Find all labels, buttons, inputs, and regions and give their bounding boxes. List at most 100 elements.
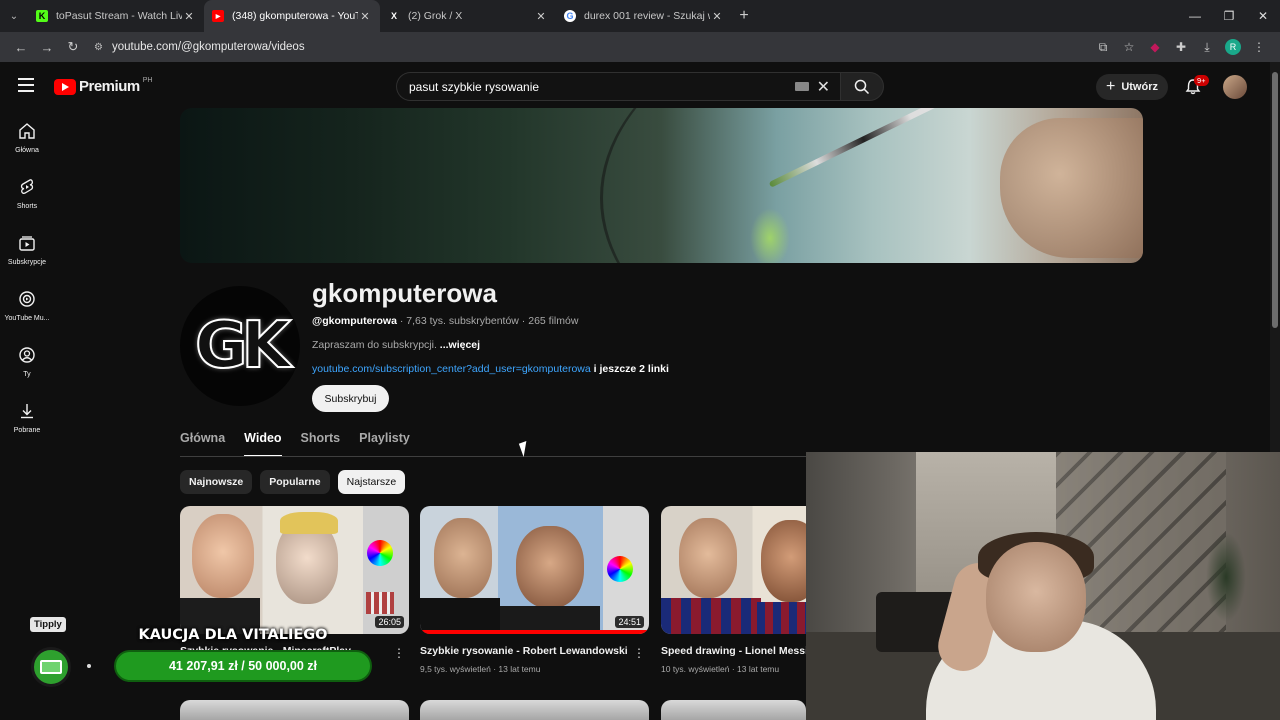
reload-icon[interactable]: ↻ — [60, 39, 86, 55]
browser-tab-youtube[interactable]: ▶ (348) gkomputerowa - YouTube ✕ — [204, 0, 380, 32]
browser-tab-google[interactable]: G durex 001 review - Szukaj w Go ✕ — [556, 0, 732, 32]
subscribe-button[interactable]: Subskrybuj — [312, 385, 389, 412]
maximize-icon[interactable]: ❐ — [1212, 9, 1246, 23]
tab-title: durex 001 review - Szukaj w Go — [584, 10, 710, 22]
video-menu-icon[interactable]: ⋮ — [633, 646, 645, 660]
kick-favicon-icon: K — [36, 10, 48, 22]
search-input[interactable]: pasut szybkie rysowanie ✕ — [396, 72, 842, 101]
sidebar-item-home[interactable]: Główna — [0, 110, 54, 166]
extensions-puzzle-icon[interactable]: ✚ — [1168, 40, 1194, 54]
sidebar-item-you[interactable]: Ty — [0, 334, 54, 390]
video-title[interactable]: Szybkie rysowanie - Robert Lewandowski — [420, 645, 649, 657]
keyboard-icon[interactable] — [794, 82, 809, 91]
x-favicon-icon: X — [390, 11, 397, 21]
mouse-cursor-icon — [518, 441, 532, 457]
sidebar-item-downloads[interactable]: Pobrane — [0, 390, 54, 446]
youtube-favicon-icon: ▶ — [212, 10, 224, 22]
youtube-premium-logo[interactable]: Premium PH — [54, 77, 152, 95]
browser-menu-icon[interactable]: ⋮ — [1246, 40, 1272, 54]
search-icon — [854, 79, 870, 94]
browser-tab-kick[interactable]: K toPasut Stream - Watch Live on ✕ — [28, 0, 204, 32]
you-icon — [19, 347, 35, 363]
video-menu-icon[interactable]: ⋮ — [393, 646, 405, 660]
extension-ublock-icon[interactable]: ◆ — [1142, 40, 1168, 54]
more-link[interactable]: ...więcej — [440, 339, 480, 351]
sidebar-item-youtube-music[interactable]: YouTube Mu... — [0, 278, 54, 334]
video-thumbnail[interactable] — [661, 700, 806, 720]
bookmark-star-icon[interactable]: ☆ — [1116, 40, 1142, 54]
sidebar-item-shorts[interactable]: Shorts — [0, 166, 54, 222]
mini-guide-sidebar: Główna Shorts Subskrypcje YouTube Mu... … — [0, 110, 54, 446]
streamer-webcam-overlay — [806, 452, 1280, 720]
tab-title: (348) gkomputerowa - YouTube — [232, 10, 358, 22]
video-card[interactable]: 24:51 Szybkie rysowanie - Robert Lewando… — [420, 506, 649, 674]
video-thumbnail[interactable] — [180, 700, 409, 720]
sort-chips: Najnowsze Popularne Najstarsze — [180, 470, 413, 494]
search-button[interactable] — [840, 72, 884, 101]
youtube-music-icon — [19, 291, 35, 307]
tabs-divider — [180, 456, 806, 457]
minimize-icon[interactable]: — — [1178, 9, 1212, 23]
youtube-play-icon — [54, 78, 76, 95]
video-thumbnail[interactable]: 26:05 — [180, 506, 409, 634]
subscription-center-link[interactable]: youtube.com/subscription_center?add_user… — [312, 363, 591, 375]
tab-close-icon[interactable]: ✕ — [534, 10, 548, 23]
channel-tabs: Główna Wideo Shorts Playlisty — [180, 431, 429, 457]
tab-playlists[interactable]: Playlisty — [359, 431, 410, 457]
create-button[interactable]: + Utwórz — [1096, 74, 1168, 100]
tab-close-icon[interactable]: ✕ — [358, 10, 372, 23]
download-icon — [21, 404, 33, 419]
notifications-badge: 9+ — [1194, 75, 1209, 86]
chip-popular[interactable]: Popularne — [260, 470, 330, 494]
tab-close-icon[interactable]: ✕ — [710, 10, 724, 23]
tab-close-icon[interactable]: ✕ — [182, 10, 196, 23]
site-info-icon[interactable]: ⚙ — [94, 42, 112, 53]
channel-description[interactable]: Zapraszam do subskrypcji. ...więcej — [312, 339, 480, 351]
search-query: pasut szybkie rysowanie — [409, 79, 540, 94]
address-bar[interactable]: ⚙ youtube.com/@gkomputerowa/videos — [94, 35, 1082, 59]
scrollbar-thumb[interactable] — [1272, 72, 1278, 328]
donation-goal-title: KAUCJA DLA VITALIEGO — [138, 627, 328, 643]
subscriptions-icon — [19, 236, 35, 251]
clear-search-icon[interactable]: ✕ — [817, 77, 830, 97]
google-favicon-icon: G — [564, 10, 576, 22]
channel-banner-image — [180, 108, 1143, 263]
tab-title: (2) Grok / X — [408, 10, 463, 22]
browser-toolbar: ← → ↻ ⚙ youtube.com/@gkomputerowa/videos… — [0, 32, 1280, 62]
browser-tabbar: ⌄ K toPasut Stream - Watch Live on ✕ ▶ (… — [0, 0, 1280, 32]
url-text: youtube.com/@gkomputerowa/videos — [112, 41, 305, 53]
profile-avatar[interactable]: R — [1225, 39, 1241, 55]
chip-oldest[interactable]: Najstarsze — [337, 470, 406, 494]
plus-icon: + — [1105, 78, 1116, 95]
tab-shorts[interactable]: Shorts — [301, 431, 341, 457]
new-tab-button[interactable]: + — [732, 7, 756, 25]
video-thumbnail[interactable]: 24:51 — [420, 506, 649, 634]
forward-icon[interactable]: → — [34, 40, 60, 55]
youtube-masthead: Premium PH pasut szybkie rysowanie ✕ + U… — [0, 62, 1270, 110]
channel-links: youtube.com/subscription_center?add_user… — [312, 363, 669, 375]
channel-name: gkomputerowa — [312, 278, 497, 308]
channel-avatar[interactable]: GK — [180, 286, 300, 406]
video-thumbnail[interactable] — [420, 700, 649, 720]
money-icon — [31, 647, 71, 687]
shorts-icon — [20, 179, 34, 194]
more-links[interactable]: i jeszcze 2 linki — [591, 363, 669, 375]
screen: ⌄ K toPasut Stream - Watch Live on ✕ ▶ (… — [0, 0, 1280, 720]
tab-search-icon[interactable]: ⌄ — [0, 0, 28, 32]
sidebar-item-subscriptions[interactable]: Subskrypcje — [0, 222, 54, 278]
video-meta: 9,5 tys. wyświetleń · 13 lat temu — [420, 664, 541, 674]
back-icon[interactable]: ← — [8, 40, 34, 55]
channel-handle: @gkomputerowa — [312, 315, 397, 327]
account-avatar[interactable] — [1223, 75, 1247, 99]
menu-hamburger-icon[interactable] — [18, 78, 34, 92]
browser-tab-grok[interactable]: X (2) Grok / X ✕ — [380, 0, 556, 32]
tab-videos[interactable]: Wideo — [244, 431, 282, 457]
downloads-icon[interactable]: ⤓ — [1194, 40, 1220, 55]
separator-dot — [87, 664, 91, 668]
donation-goal-progress: 41 207,91 zł / 50 000,00 zł — [114, 650, 372, 682]
window-close-icon[interactable]: ✕ — [1246, 9, 1280, 23]
tab-title: toPasut Stream - Watch Live on — [56, 10, 182, 22]
tab-home[interactable]: Główna — [180, 431, 225, 457]
cast-icon[interactable]: ⧉ — [1090, 40, 1116, 55]
chip-newest[interactable]: Najnowsze — [180, 470, 253, 494]
